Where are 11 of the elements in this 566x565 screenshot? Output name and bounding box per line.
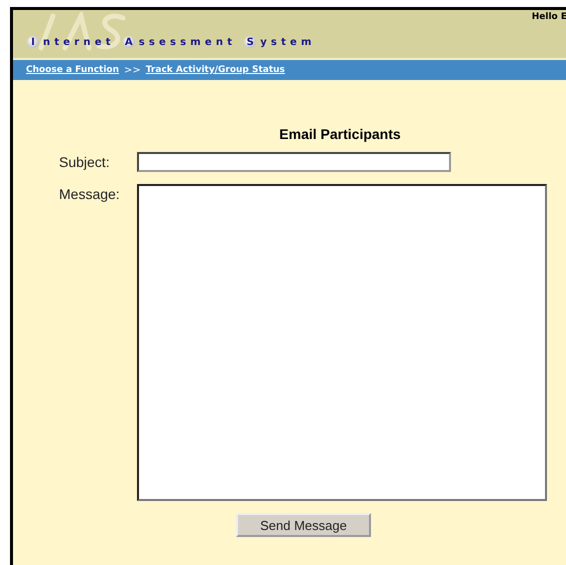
- subject-label: Subject:: [59, 153, 111, 170]
- breadcrumb-separator: >>: [124, 64, 141, 76]
- app-title: I nternet A ssessment S ystem: [27, 36, 316, 48]
- send-button[interactable]: Send Message: [236, 513, 371, 537]
- form-heading: Email Participants: [278, 126, 402, 142]
- subject-field[interactable]: [137, 152, 451, 172]
- message-label: Message:: [59, 185, 121, 202]
- greeting-text: Hello E: [532, 12, 566, 22]
- breadcrumb-link[interactable]: Choose a Function: [26, 65, 120, 75]
- message-field[interactable]: [137, 184, 547, 501]
- breadcrumb-link[interactable]: Track Activity/Group Status: [146, 65, 285, 75]
